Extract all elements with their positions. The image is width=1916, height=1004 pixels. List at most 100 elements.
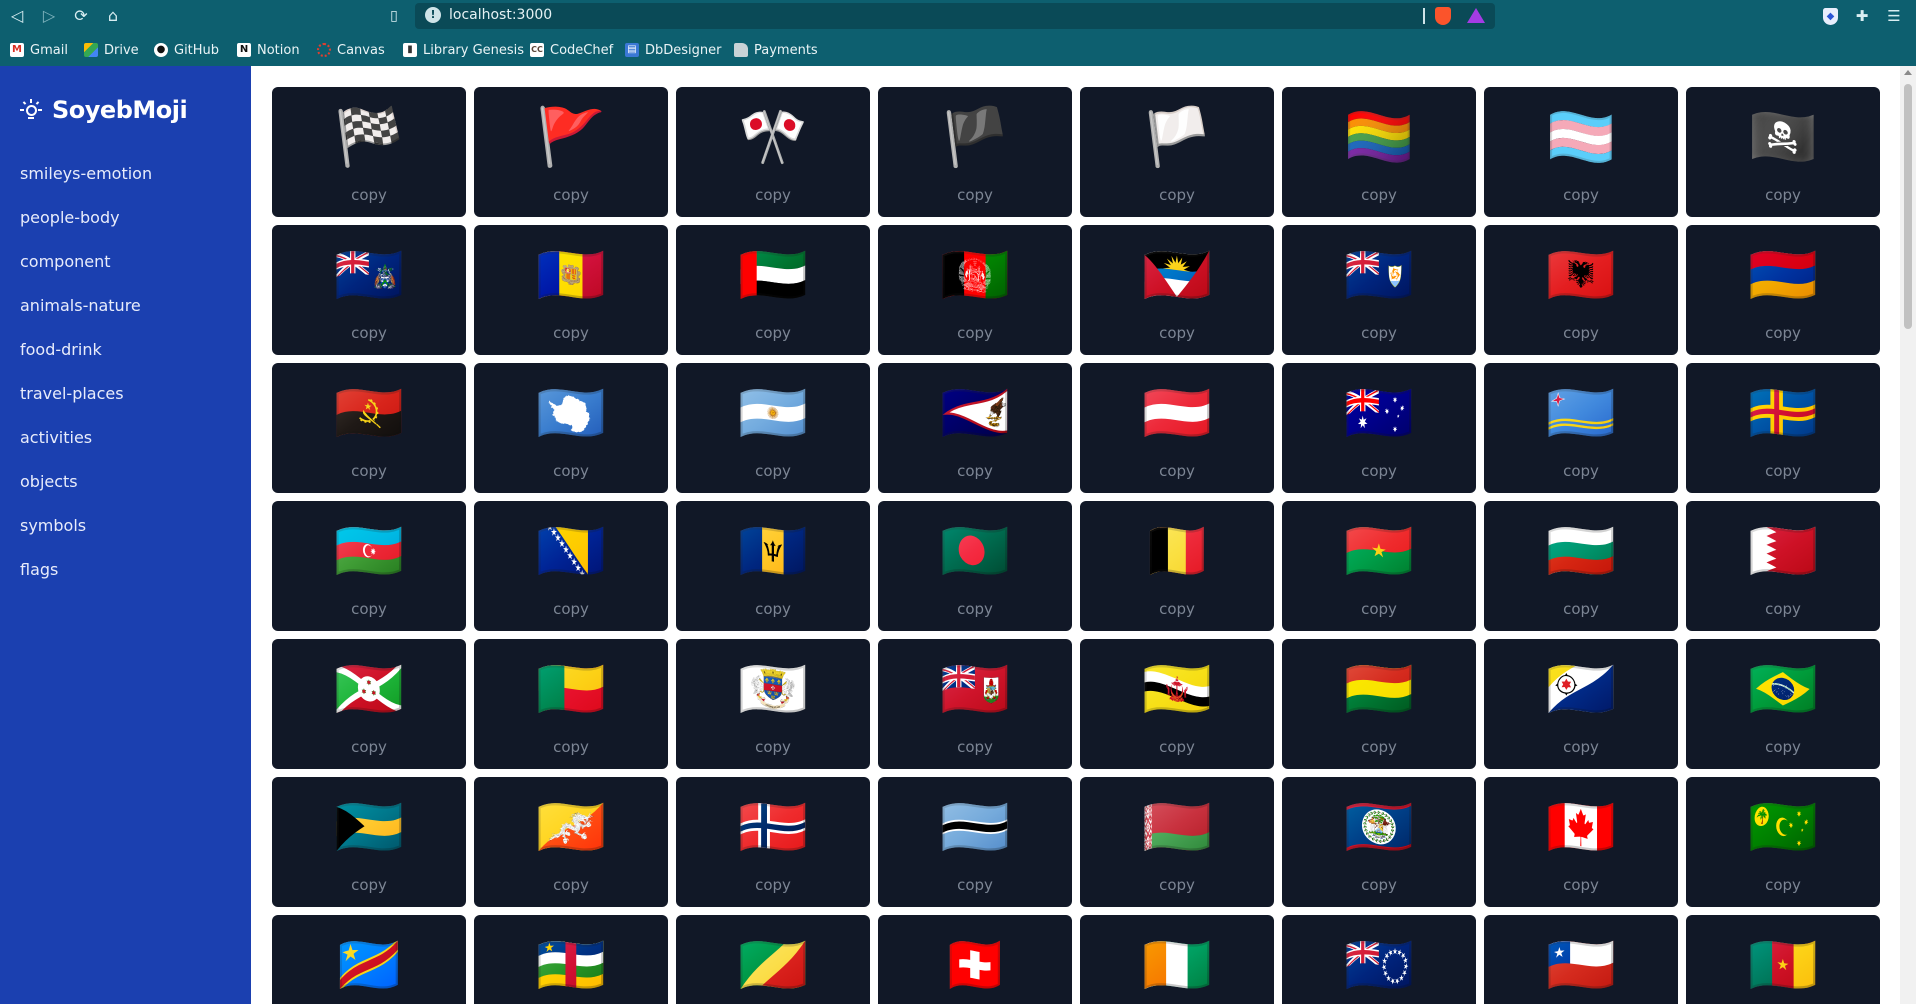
forward-icon[interactable]: ▷: [38, 5, 60, 27]
emoji-card[interactable]: 🇧🇼 copy: [878, 777, 1072, 907]
address-bar[interactable]: ! localhost:3000: [415, 3, 1495, 29]
copy-button[interactable]: copy: [474, 186, 668, 204]
emoji-card[interactable]: 🇧🇧 copy: [676, 501, 870, 631]
bookmark-library-genesis[interactable]: ▮ Library Genesis: [403, 40, 524, 60]
copy-button[interactable]: copy: [676, 876, 870, 894]
emoji-card[interactable]: 🇦🇮 copy: [1282, 225, 1476, 355]
sidebar-item-smileys-emotion[interactable]: smileys-emotion: [20, 152, 152, 196]
emoji-card[interactable]: 🏳️ copy: [1080, 87, 1274, 217]
bookmark-gmail[interactable]: M Gmail: [10, 40, 68, 60]
copy-button[interactable]: copy: [272, 462, 466, 480]
back-icon[interactable]: ◁: [6, 5, 28, 27]
menu-icon[interactable]: ☰: [1884, 6, 1904, 26]
sidebar-item-activities[interactable]: activities: [20, 416, 152, 460]
emoji-card[interactable]: 🇨🇨 copy: [1686, 777, 1880, 907]
emoji-card[interactable]: 🏳️‍⚧️ copy: [1484, 87, 1678, 217]
emoji-card[interactable]: 🇨🇱copy: [1484, 915, 1678, 1004]
emoji-card[interactable]: 🇧🇴 copy: [1282, 639, 1476, 769]
sidebar-item-travel-places[interactable]: travel-places: [20, 372, 152, 416]
brave-shields-icon[interactable]: [1435, 7, 1451, 25]
site-info-icon[interactable]: !: [425, 7, 441, 23]
emoji-card[interactable]: 🇦🇩 copy: [474, 225, 668, 355]
emoji-card[interactable]: 🇧🇭 copy: [1686, 501, 1880, 631]
bookmark-github[interactable]: ● GitHub: [154, 40, 219, 60]
emoji-card[interactable]: 🇦🇲 copy: [1686, 225, 1880, 355]
copy-button[interactable]: copy: [272, 600, 466, 618]
emoji-card[interactable]: 🇦🇸 copy: [878, 363, 1072, 493]
copy-button[interactable]: copy: [1686, 324, 1880, 342]
copy-button[interactable]: copy: [272, 324, 466, 342]
sidebar-item-food-drink[interactable]: food-drink: [20, 328, 152, 372]
scrollbar[interactable]: [1900, 66, 1916, 1004]
copy-button[interactable]: copy: [474, 462, 668, 480]
emoji-card[interactable]: 🇨🇦 copy: [1484, 777, 1678, 907]
emoji-card[interactable]: 🇧🇶 copy: [1484, 639, 1678, 769]
copy-button[interactable]: copy: [878, 186, 1072, 204]
emoji-card[interactable]: 🇧🇹 copy: [474, 777, 668, 907]
emoji-card[interactable]: 🇨🇩copy: [272, 915, 466, 1004]
emoji-card[interactable]: 🇧🇾 copy: [1080, 777, 1274, 907]
copy-button[interactable]: copy: [1080, 600, 1274, 618]
emoji-card[interactable]: 🇧🇻 copy: [676, 777, 870, 907]
emoji-card[interactable]: 🇦🇱 copy: [1484, 225, 1678, 355]
copy-button[interactable]: copy: [1484, 600, 1678, 618]
bookmark-notion[interactable]: N Notion: [237, 40, 300, 60]
copy-button[interactable]: copy: [1484, 186, 1678, 204]
copy-button[interactable]: copy: [1282, 186, 1476, 204]
copy-button[interactable]: copy: [1686, 600, 1880, 618]
emoji-card[interactable]: 🇦🇽 copy: [1686, 363, 1880, 493]
copy-button[interactable]: copy: [878, 600, 1072, 618]
bookmark-codechef[interactable]: CC CodeChef: [530, 40, 613, 60]
emoji-card[interactable]: 🇨🇭copy: [878, 915, 1072, 1004]
copy-button[interactable]: copy: [1686, 876, 1880, 894]
emoji-card[interactable]: 🇨🇬copy: [676, 915, 870, 1004]
copy-button[interactable]: copy: [1484, 462, 1678, 480]
emoji-card[interactable]: 🏳️‍🌈 copy: [1282, 87, 1476, 217]
sidebar-item-people-body[interactable]: people-body: [20, 196, 152, 240]
emoji-card[interactable]: 🇦🇺 copy: [1282, 363, 1476, 493]
copy-button[interactable]: copy: [1282, 324, 1476, 342]
copy-button[interactable]: copy: [1282, 600, 1476, 618]
emoji-card[interactable]: 🇨🇰copy: [1282, 915, 1476, 1004]
copy-button[interactable]: copy: [1484, 876, 1678, 894]
emoji-card[interactable]: 🇧🇪 copy: [1080, 501, 1274, 631]
copy-button[interactable]: copy: [878, 876, 1072, 894]
emoji-card[interactable]: 🏁 copy: [272, 87, 466, 217]
emoji-card[interactable]: 🇧🇬 copy: [1484, 501, 1678, 631]
emoji-card[interactable]: 🏴‍☠️ copy: [1686, 87, 1880, 217]
emoji-card[interactable]: 🇨🇫copy: [474, 915, 668, 1004]
copy-button[interactable]: copy: [1282, 738, 1476, 756]
emoji-card[interactable]: 🎌 copy: [676, 87, 870, 217]
emoji-card[interactable]: 🇦🇼 copy: [1484, 363, 1678, 493]
emoji-card[interactable]: 🇦🇿 copy: [272, 501, 466, 631]
emoji-card[interactable]: 🇧🇸 copy: [272, 777, 466, 907]
emoji-card[interactable]: 🇧🇲 copy: [878, 639, 1072, 769]
copy-button[interactable]: copy: [272, 186, 466, 204]
bookmark-drive[interactable]: Drive: [84, 40, 139, 60]
copy-button[interactable]: copy: [474, 600, 668, 618]
copy-button[interactable]: copy: [1282, 462, 1476, 480]
emoji-card[interactable]: 🇨🇲copy: [1686, 915, 1880, 1004]
copy-button[interactable]: copy: [676, 186, 870, 204]
emoji-card[interactable]: 🇦🇶 copy: [474, 363, 668, 493]
emoji-card[interactable]: 🇧🇿 copy: [1282, 777, 1476, 907]
sidebar-item-symbols[interactable]: symbols: [20, 504, 152, 548]
copy-button[interactable]: copy: [1080, 462, 1274, 480]
copy-button[interactable]: copy: [1686, 462, 1880, 480]
emoji-card[interactable]: 🏴 copy: [878, 87, 1072, 217]
copy-button[interactable]: copy: [1484, 324, 1678, 342]
emoji-card[interactable]: 🇧🇳 copy: [1080, 639, 1274, 769]
emoji-card[interactable]: 🇧🇷 copy: [1686, 639, 1880, 769]
vpn-shield-icon[interactable]: ◆: [1823, 8, 1838, 25]
brave-rewards-icon[interactable]: [1467, 8, 1485, 23]
url-text[interactable]: localhost:3000: [449, 7, 552, 23]
emoji-card[interactable]: 🇦🇨 copy: [272, 225, 466, 355]
copy-button[interactable]: copy: [272, 738, 466, 756]
copy-button[interactable]: copy: [474, 324, 668, 342]
emoji-card[interactable]: 🇦🇬 copy: [1080, 225, 1274, 355]
emoji-card[interactable]: 🇧🇯 copy: [474, 639, 668, 769]
emoji-card[interactable]: 🇦🇹 copy: [1080, 363, 1274, 493]
emoji-card[interactable]: 🇧🇦 copy: [474, 501, 668, 631]
emoji-card[interactable]: 🇦🇫 copy: [878, 225, 1072, 355]
emoji-card[interactable]: 🇧🇱 copy: [676, 639, 870, 769]
